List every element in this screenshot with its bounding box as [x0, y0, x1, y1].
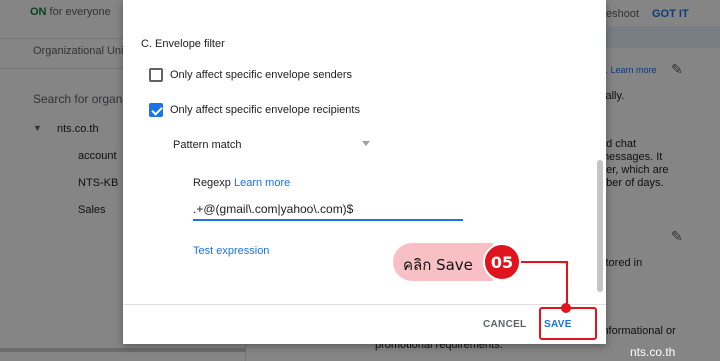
recipients-checkbox[interactable] [149, 103, 163, 117]
match-type-value: Pattern match [173, 139, 242, 151]
dialog-content: C. Envelope filter Only affect specific … [123, 0, 606, 304]
recipients-checkbox-label[interactable]: Only affect specific envelope recipients [170, 104, 360, 116]
envelope-filter-dialog: C. Envelope filter Only affect specific … [123, 0, 606, 344]
regexp-input-wrap [193, 199, 463, 221]
regexp-input[interactable] [193, 199, 463, 219]
save-highlight-box [539, 307, 597, 340]
cancel-button[interactable]: CANCEL [483, 319, 526, 330]
regexp-label: Regexp Learn more [193, 177, 291, 189]
dialog-footer: CANCEL SAVE [123, 304, 606, 344]
learn-more-link[interactable]: Learn more [234, 177, 290, 189]
test-expression-link[interactable]: Test expression [193, 245, 269, 257]
step-number-badge: 05 [483, 243, 521, 281]
watermark: nts.co.th [630, 345, 676, 359]
section-title: C. Envelope filter [141, 38, 225, 50]
pointer-line [519, 261, 568, 263]
senders-checkbox[interactable] [149, 68, 163, 82]
dropdown-arrow-icon[interactable] [362, 141, 370, 146]
instruction-callout-text: คลิก Save [403, 256, 473, 274]
dialog-scrollbar[interactable] [597, 160, 603, 292]
senders-checkbox-label[interactable]: Only affect specific envelope senders [170, 69, 352, 81]
pointer-line [566, 261, 568, 307]
